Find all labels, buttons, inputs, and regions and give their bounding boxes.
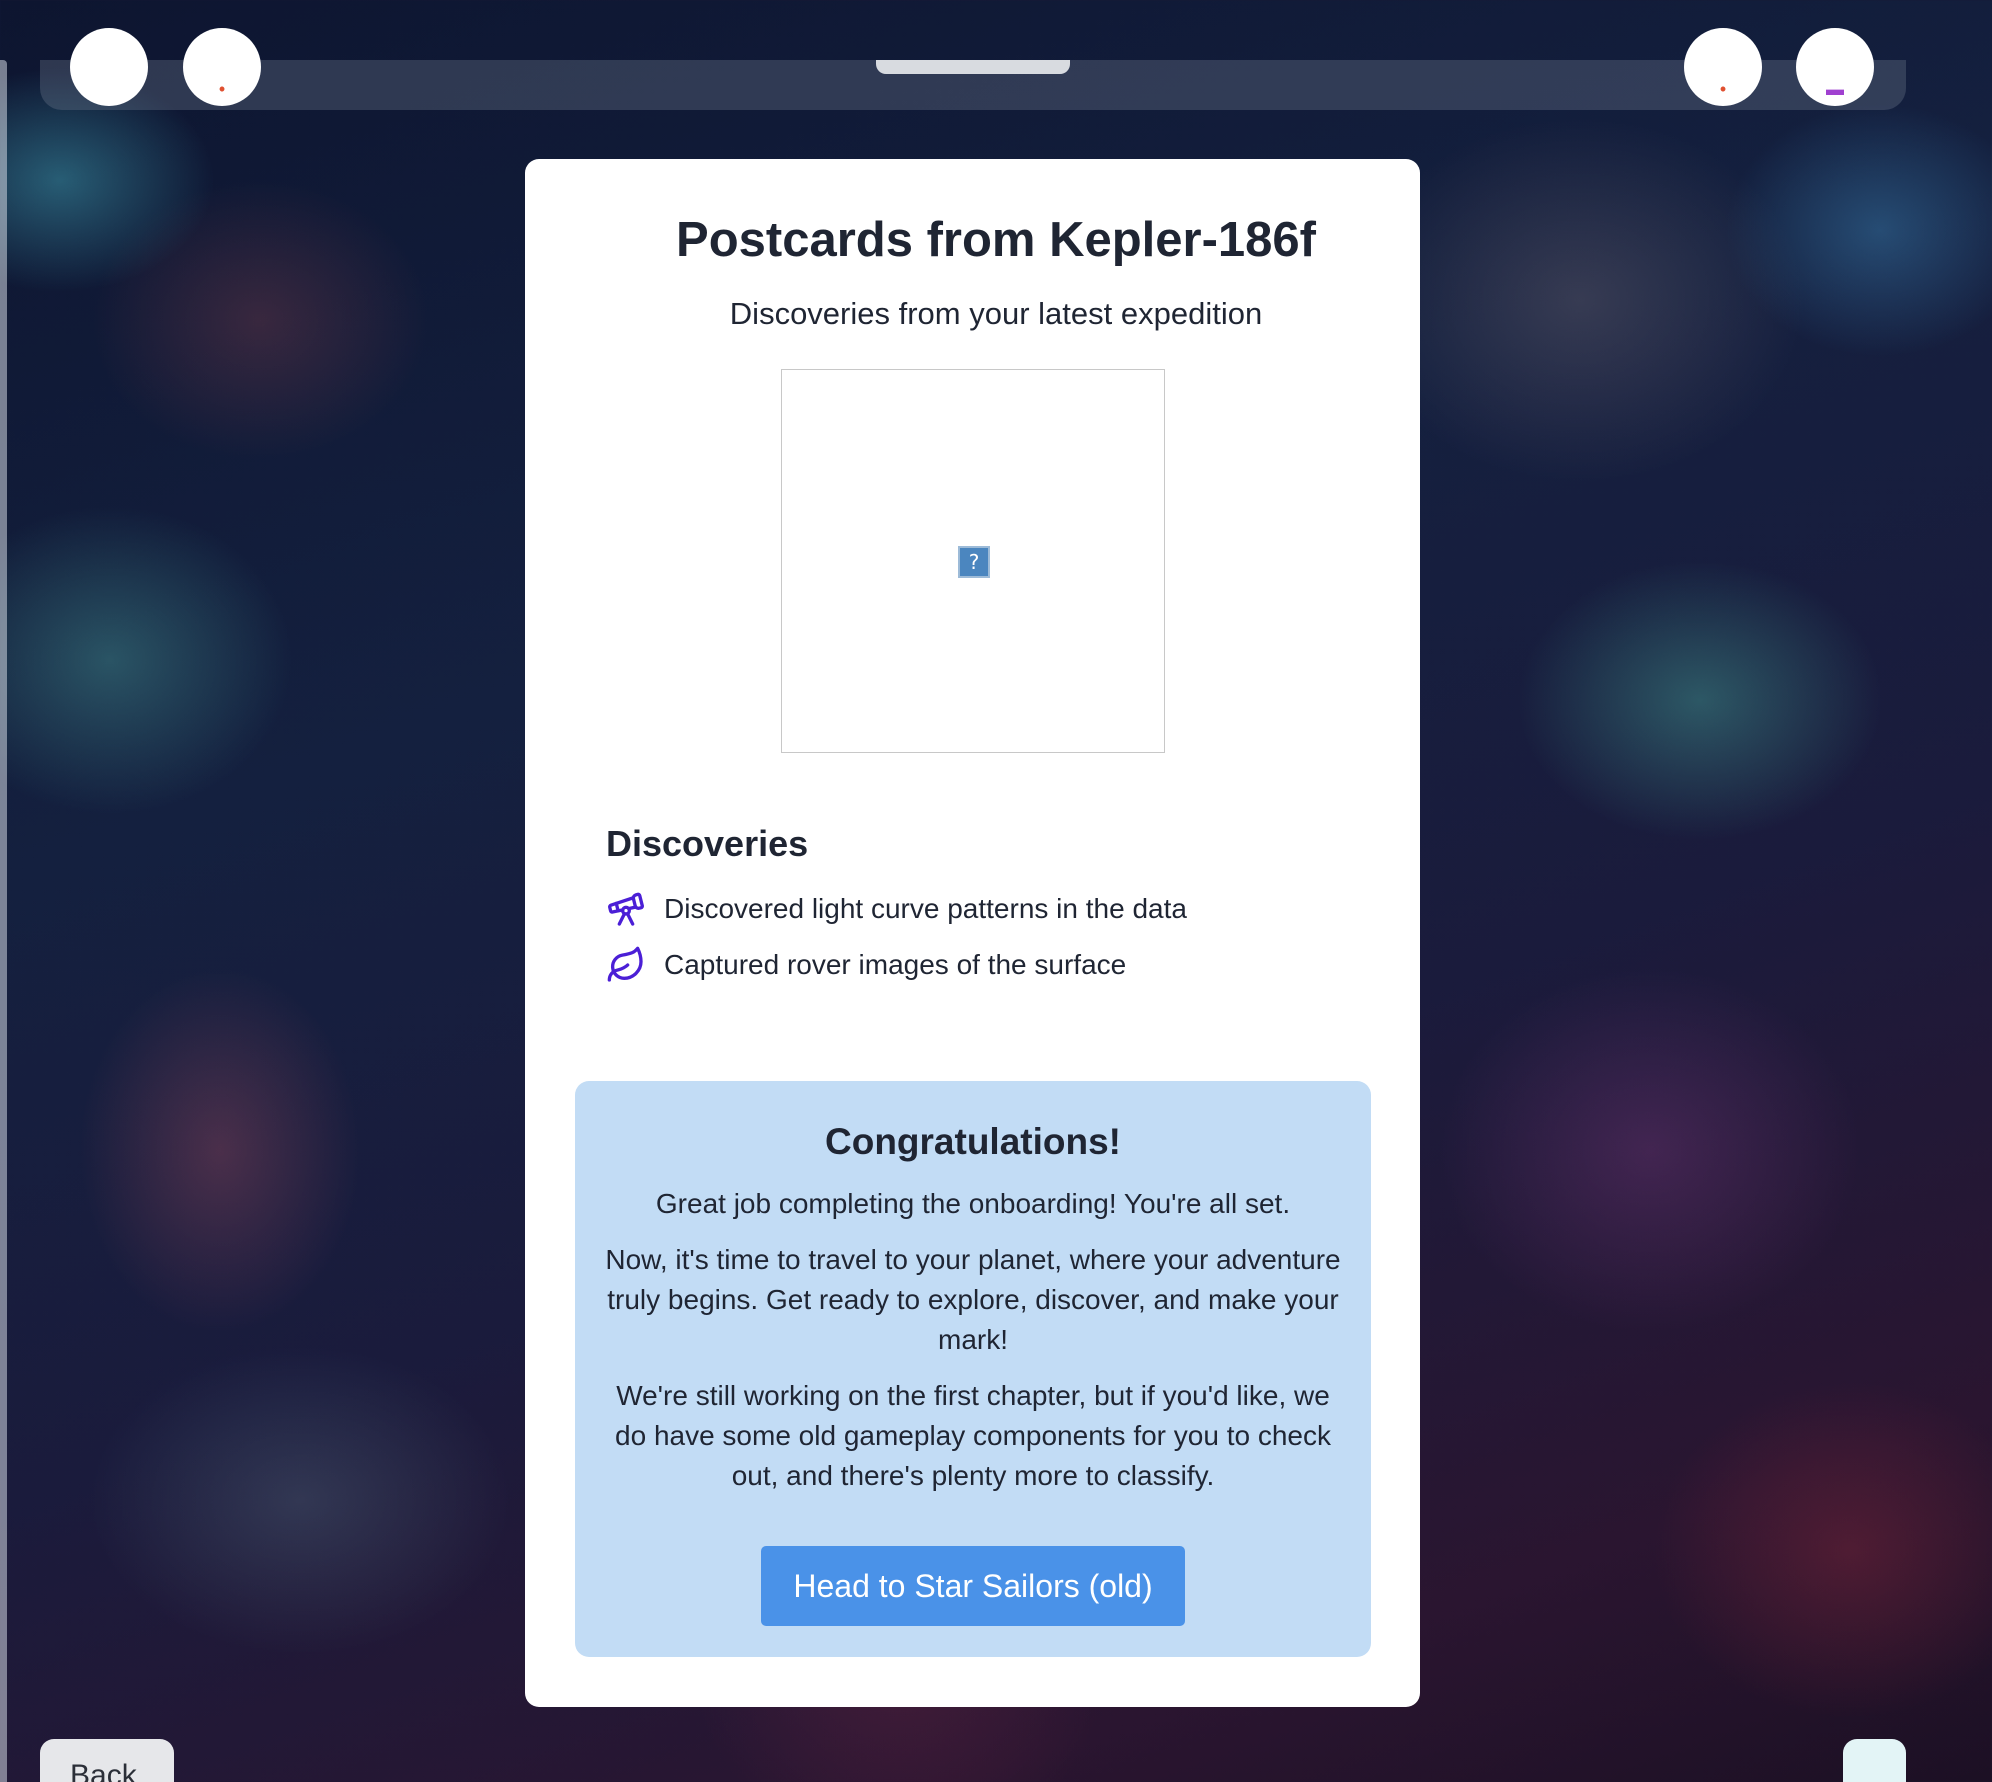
broken-image-icon: ? bbox=[958, 546, 990, 578]
next-button[interactable] bbox=[1843, 1739, 1906, 1782]
page-subtitle: Discoveries from your latest expedition bbox=[729, 296, 1263, 331]
discovery-item: Captured rover images of the surface bbox=[606, 945, 1126, 985]
leaf-icon bbox=[607, 946, 643, 982]
congratulations-title: Congratulations! bbox=[825, 1121, 1121, 1162]
nav-center-pill[interactable] bbox=[876, 60, 1070, 74]
nav-icon-2: • bbox=[218, 79, 226, 99]
nav-button-4[interactable]: ▬ bbox=[1796, 28, 1874, 106]
discovery-item: Discovered light curve patterns in the d… bbox=[606, 889, 1187, 929]
head-to-star-sailors-button[interactable]: Head to Star Sailors (old) bbox=[761, 1546, 1185, 1626]
nav-button-3[interactable]: • bbox=[1684, 28, 1762, 106]
nav-button-1[interactable] bbox=[70, 28, 148, 106]
congratulations-message-2: Now, it's time to travel to your planet,… bbox=[605, 1244, 1341, 1355]
discovery-text: Captured rover images of the surface bbox=[664, 949, 1127, 980]
congratulations-panel: Congratulations! Great job completing th… bbox=[575, 1081, 1371, 1657]
congratulations-message-3: We're still working on the first chapter… bbox=[615, 1380, 1331, 1491]
page-title: Postcards from Kepler-186f bbox=[676, 213, 1316, 267]
discoveries-heading: Discoveries bbox=[606, 823, 809, 864]
back-button[interactable]: Back bbox=[40, 1739, 174, 1782]
telescope-icon bbox=[608, 892, 644, 926]
nav-button-2[interactable]: • bbox=[183, 28, 261, 106]
nav-icon-4: ▬ bbox=[1826, 79, 1844, 99]
congratulations-message-1: Great job completing the onboarding! You… bbox=[655, 1188, 1291, 1219]
postcard-image: ? bbox=[781, 369, 1165, 753]
discovery-text: Discovered light curve patterns in the d… bbox=[664, 893, 1187, 924]
top-nav-bar: • • ▬ bbox=[40, 28, 1906, 110]
nav-icon-3: • bbox=[1719, 79, 1727, 99]
